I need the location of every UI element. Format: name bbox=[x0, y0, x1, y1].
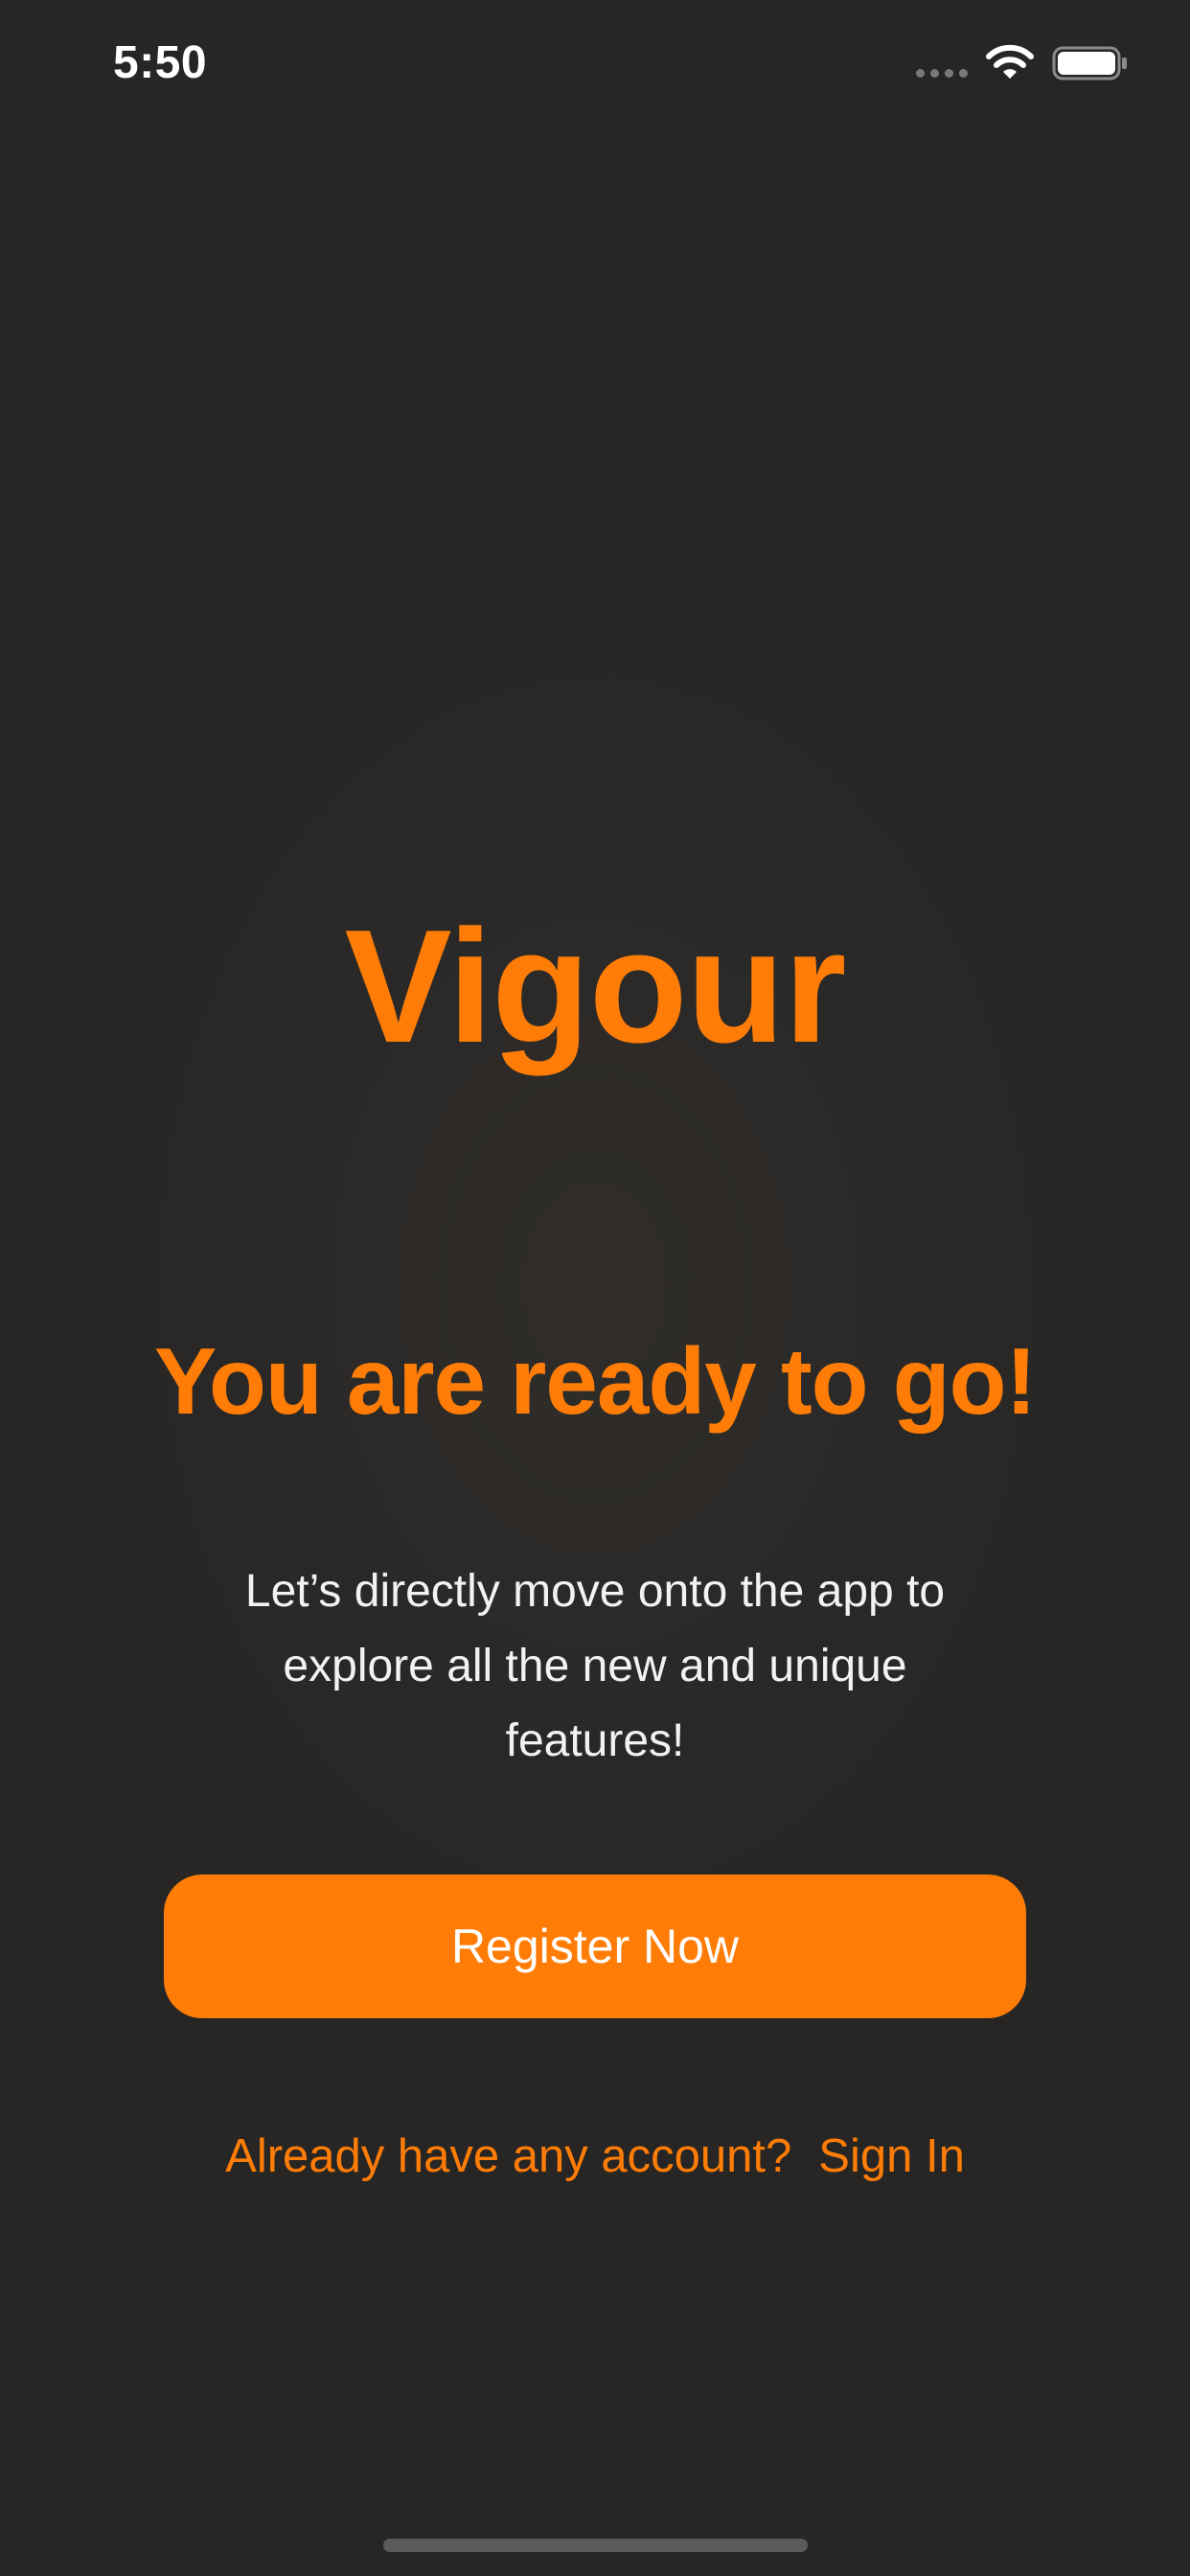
signin-prompt: Already have any account? bbox=[225, 2130, 792, 2182]
headline: You are ready to go! bbox=[153, 1328, 1037, 1434]
battery-icon bbox=[1052, 46, 1127, 80]
register-now-button[interactable]: Register Now bbox=[164, 1874, 1026, 2018]
status-bar: 5:50 bbox=[0, 0, 1190, 134]
home-indicator[interactable] bbox=[383, 2539, 808, 2552]
description-text: Let’s directly move onto the app to expl… bbox=[244, 1566, 946, 1766]
signal-dots-icon bbox=[916, 69, 970, 79]
wifi-icon bbox=[986, 44, 1034, 79]
status-time: 5:50 bbox=[113, 37, 208, 88]
sign-in-link[interactable]: Sign In bbox=[818, 2130, 965, 2182]
signin-row: Already have any account? Sign In bbox=[0, 2128, 1190, 2185]
welcome-screen: 5:50 Vigour You are ready to go! Let’s d… bbox=[0, 0, 1190, 2576]
background-glow bbox=[57, 537, 1133, 2032]
app-title: Vigour bbox=[344, 896, 847, 1076]
